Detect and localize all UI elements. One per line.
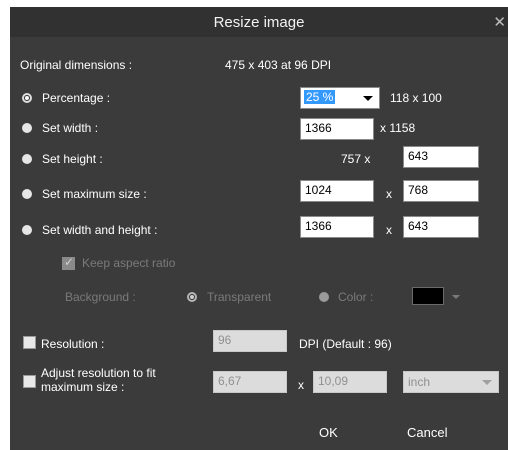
wh-x: x — [386, 223, 392, 237]
percentage-result: 118 x 100 — [390, 91, 442, 105]
resize-image-dialog: Resize image ✕ Original dimensions : 475… — [10, 7, 508, 450]
color-radio[interactable] — [319, 292, 329, 302]
max-size-x: x — [386, 187, 392, 201]
wh-height-input[interactable]: 643 — [403, 216, 479, 238]
set-height-result: 757 x — [341, 152, 371, 166]
ok-button[interactable]: OK — [319, 425, 338, 440]
set-width-result: x 1158 — [380, 121, 416, 135]
adjust-resolution-label-line1: Adjust resolution to fit — [41, 366, 156, 380]
chevron-down-icon[interactable] — [452, 295, 460, 299]
original-dimensions-label: Original dimensions : — [20, 58, 133, 72]
percentage-select[interactable]: 25 % — [300, 87, 380, 109]
close-icon[interactable]: ✕ — [493, 13, 506, 31]
max-height-input[interactable]: 768 — [403, 180, 479, 202]
percentage-radio[interactable] — [22, 93, 32, 103]
chevron-down-icon — [363, 96, 373, 101]
set-height-label: Set height : — [42, 152, 103, 166]
unit-selected-value: inch — [408, 375, 431, 389]
percentage-label: Percentage : — [42, 91, 111, 105]
adjust-x: x — [298, 378, 304, 392]
max-width-input[interactable]: 1024 — [300, 180, 374, 202]
resolution-input[interactable]: 96 — [213, 330, 287, 352]
dialog-title: Resize image — [213, 14, 305, 31]
adjust-resolution-label-line2: maximum size : — [41, 380, 125, 394]
title-bar: Resize image ✕ — [10, 7, 508, 37]
set-width-and-height-label: Set width and height : — [42, 223, 158, 237]
adjust-resolution-checkbox[interactable] — [23, 375, 36, 388]
set-height-input[interactable]: 643 — [403, 146, 479, 168]
adjust-width-input[interactable]: 6,67 — [213, 371, 287, 393]
set-width-input[interactable]: 1366 — [300, 118, 374, 140]
transparent-label: Transparent — [207, 290, 272, 304]
resolution-checkbox[interactable] — [23, 336, 36, 349]
set-width-and-height-radio[interactable] — [22, 225, 32, 235]
percentage-selected-value: 25 % — [304, 90, 336, 104]
set-height-radio[interactable] — [22, 154, 32, 164]
unit-select[interactable]: inch — [403, 371, 499, 393]
chevron-down-icon — [482, 380, 492, 385]
original-dimensions-value: 475 x 403 at 96 DPI — [225, 58, 332, 72]
keep-aspect-ratio-label: Keep aspect ratio — [82, 256, 176, 270]
set-maximum-size-label: Set maximum size : — [42, 187, 147, 201]
adjust-resolution-label: Adjust resolution to fit maximum size : — [41, 366, 156, 394]
cancel-button[interactable]: Cancel — [407, 425, 447, 440]
adjust-height-input[interactable]: 10,09 — [313, 371, 387, 393]
keep-aspect-ratio-checkbox[interactable] — [62, 255, 75, 270]
set-width-radio[interactable] — [22, 123, 32, 133]
background-label: Background : — [65, 290, 136, 304]
resolution-label: Resolution : — [41, 337, 105, 351]
set-width-label: Set width : — [42, 121, 99, 135]
transparent-radio[interactable] — [187, 292, 197, 302]
wh-width-input[interactable]: 1366 — [300, 216, 374, 238]
set-maximum-size-radio[interactable] — [22, 189, 32, 199]
resolution-suffix: DPI (Default : 96) — [299, 337, 392, 351]
color-label: Color : — [338, 290, 374, 304]
background-color-swatch[interactable] — [412, 287, 444, 305]
